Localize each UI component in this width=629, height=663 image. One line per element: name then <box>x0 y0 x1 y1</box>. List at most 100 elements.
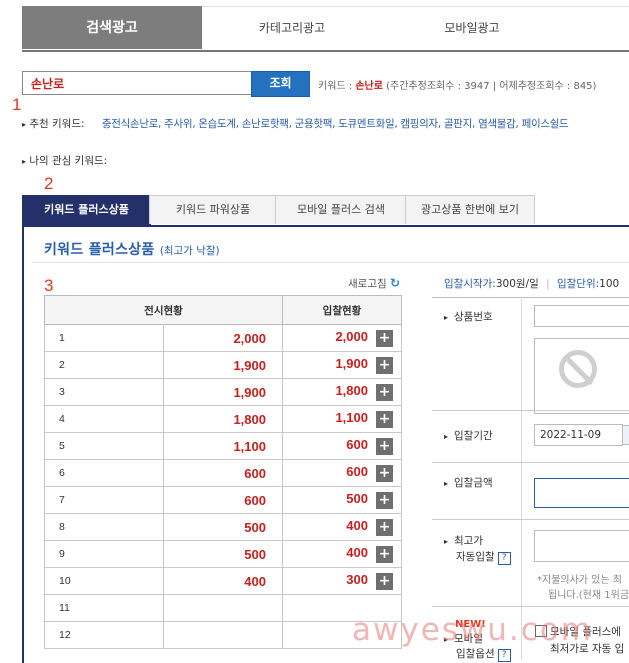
table-row: 7 600 500 + <box>44 486 402 514</box>
rank-cell: 12 <box>44 621 164 649</box>
tab-category-ads[interactable]: 카테고리광고 <box>202 6 383 49</box>
help-icon[interactable]: ? <box>497 552 511 565</box>
table-row: 12 <box>44 621 402 649</box>
bid-price-value: 1,100 <box>335 410 368 426</box>
table-row: 1 2,000 2,000 + <box>44 324 402 352</box>
max-auto-label: ▸ 최고가 <box>444 533 483 548</box>
bid-price-value: 300 <box>346 572 368 588</box>
tab-mobile-plus[interactable]: 모바일 플러스 검색 <box>275 195 407 224</box>
tab-keyword-power[interactable]: 키워드 파워상품 <box>149 195 277 224</box>
keyword-stats-counts: (주간추정조회수 : 3947 | 어제추정조회수 : 845) <box>386 81 597 92</box>
recommended-keywords: ▸ 추천 키워드: 충전식손난로, 주사위, 온습도계, 손난로핫팩, 군용핫팩… <box>22 116 569 131</box>
bid-amount-input[interactable] <box>534 478 629 508</box>
form-row-line <box>432 519 629 520</box>
table-row: 2 1,900 1,900 + <box>44 351 402 379</box>
max-auto-text-2: 자동입찰 <box>456 551 495 563</box>
plus-icon[interactable]: + <box>376 545 393 563</box>
tab-mobile-ads[interactable]: 모바일광고 <box>382 6 563 49</box>
bid-price-cell: 2,000 + <box>282 324 402 352</box>
bid-price-cell: 600 + <box>282 459 402 487</box>
rank-cell: 7 <box>44 486 164 514</box>
period-start-input[interactable]: 2022-11-09 <box>534 424 623 446</box>
plus-icon[interactable]: + <box>376 572 393 590</box>
rank-cell: 6 <box>44 459 164 487</box>
plus-icon[interactable]: + <box>376 410 393 428</box>
tab-overflow <box>562 6 629 49</box>
rank-cell: 11 <box>44 594 164 622</box>
bid-price-cell: 1,900 + <box>282 351 402 379</box>
mobile-option-label-2: 입찰옵션? <box>456 646 511 662</box>
amount-label: ▸ 입찰금액 <box>444 475 493 490</box>
interest-keywords: ▸ 나의 관심 키워드: <box>22 153 107 168</box>
rank-cell: 10 <box>44 567 164 595</box>
column-bid-status: 입찰현황 <box>282 295 402 325</box>
display-price-cell: 1,900 <box>163 378 283 406</box>
interest-label: 나의 관심 키워드: <box>29 155 108 167</box>
tab-all-products[interactable]: 광고상품 한번에 보기 <box>405 195 535 224</box>
column-display-status: 전시현황 <box>44 295 283 325</box>
display-price-cell: 500 <box>163 540 283 568</box>
bid-price-value: 400 <box>346 545 368 561</box>
keyword-stats-keyword: 손난로 <box>355 81 383 92</box>
bullet-icon: ▸ <box>22 120 27 129</box>
bid-price-cell: 400 + <box>282 540 402 568</box>
product-no-input[interactable] <box>534 305 629 327</box>
amount-text: 입찰금액 <box>454 477 493 489</box>
plus-icon[interactable]: + <box>376 329 393 347</box>
keyword-search-input[interactable] <box>22 71 252 95</box>
annotation-1: 1 <box>12 95 22 114</box>
calendar-icon[interactable] <box>622 425 629 445</box>
help-icon[interactable]: ? <box>497 649 511 662</box>
plus-icon[interactable]: + <box>376 356 393 374</box>
rank-cell: 2 <box>44 351 164 379</box>
bid-price-value: 600 <box>346 437 368 453</box>
period-text: 입찰기간 <box>454 430 493 442</box>
rank-cell: 4 <box>44 405 164 433</box>
search-button[interactable]: 조회 <box>251 71 310 97</box>
display-price-cell: 600 <box>163 486 283 514</box>
bullet-icon: ▸ <box>444 432 449 441</box>
table-row: 8 500 400 + <box>44 513 402 541</box>
rank-cell: 8 <box>44 513 164 541</box>
bid-price-value: 400 <box>346 518 368 534</box>
table-row: 4 1,800 1,100 + <box>44 405 402 433</box>
start-price-label: 입찰시작가: <box>444 278 496 290</box>
rank-cell: 5 <box>44 432 164 460</box>
max-auto-note-1: *지불의사가 있는 최 <box>537 575 622 586</box>
recommended-links[interactable]: 충전식손난로, 주사위, 온습도계, 손난로핫팩, 군용핫팩, 도큐멘트화일, … <box>102 118 569 130</box>
panel-subtitle: (최고가 낙찰) <box>159 245 220 257</box>
bid-price-cell: 600 + <box>282 432 402 460</box>
tab-keyword-plus[interactable]: 키워드 플러스상품 <box>22 195 151 226</box>
table-row: 3 1,900 1,800 + <box>44 378 402 406</box>
bullet-icon: ▸ <box>22 157 27 166</box>
display-price-cell <box>163 594 283 622</box>
display-price-cell: 600 <box>163 459 283 487</box>
panel-divider <box>32 262 629 263</box>
plus-icon[interactable]: + <box>376 437 393 455</box>
bid-price-value: 1,800 <box>335 383 368 399</box>
display-price-cell: 1,900 <box>163 351 283 379</box>
rank-cell: 9 <box>44 540 164 568</box>
display-price-cell: 2,000 <box>163 324 283 352</box>
bid-unit-value: 100 <box>599 278 620 290</box>
refresh-icon: ↻ <box>389 276 401 290</box>
plus-icon[interactable]: + <box>376 518 393 536</box>
period-label: ▸ 입찰기간 <box>444 428 493 443</box>
max-auto-input[interactable] <box>534 530 629 562</box>
table-row: 10 400 300 + <box>44 567 402 595</box>
max-auto-note-2: 됩니다.(현재 1위금 <box>548 590 629 601</box>
form-row-line <box>432 410 629 411</box>
product-no-label: ▸ 상품번호 <box>444 309 493 324</box>
bid-price-cell: 400 + <box>282 513 402 541</box>
plus-icon[interactable]: + <box>376 383 393 401</box>
refresh-button[interactable]: 새로고침 ↻ <box>348 276 400 291</box>
bid-price-cell: 300 + <box>282 567 402 595</box>
plus-icon[interactable]: + <box>376 464 393 482</box>
tab-search-ads[interactable]: 검색광고 <box>22 6 203 49</box>
rank-cell: 3 <box>44 378 164 406</box>
max-auto-text-1: 최고가 <box>454 535 483 547</box>
plus-icon[interactable]: + <box>376 491 393 509</box>
panel-title: 키워드 플러스상품 (최고가 낙찰) <box>44 239 220 259</box>
keyword-stats-prefix: 키워드 : <box>318 81 356 92</box>
display-price-cell <box>163 621 283 649</box>
